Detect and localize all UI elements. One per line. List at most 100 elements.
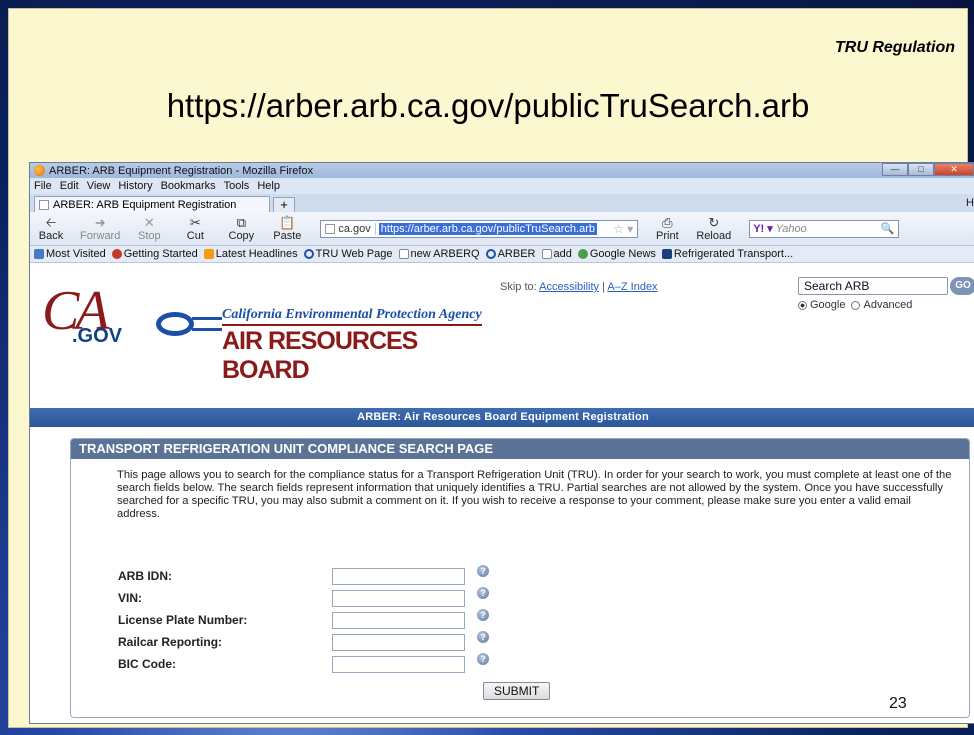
- bookmark-getting-started[interactable]: Getting Started: [111, 248, 198, 260]
- menu-file[interactable]: File: [34, 180, 52, 192]
- bookmark-new-arberq[interactable]: new ARBERQ: [398, 248, 480, 260]
- arb-logo-lines: [192, 317, 222, 331]
- maximize-icon[interactable]: □: [908, 163, 934, 176]
- slide-tag: TRU Regulation: [835, 39, 955, 56]
- google-news-icon: [577, 249, 588, 260]
- forward-arrow-icon: ➜: [94, 214, 106, 230]
- page-icon: [398, 249, 409, 260]
- print-button[interactable]: ⎙ Print: [650, 216, 684, 242]
- menu-view[interactable]: View: [87, 180, 111, 192]
- copy-button[interactable]: ⧉ Copy: [224, 216, 258, 242]
- bookmark-most-visited[interactable]: Most Visited: [34, 248, 106, 260]
- address-bar[interactable]: ca.gov https://arber.arb.ca.gov/publicTr…: [320, 219, 639, 238]
- page-icon: [39, 200, 49, 210]
- clipboard-icon: 📋: [279, 214, 296, 230]
- menu-history[interactable]: History: [118, 180, 152, 192]
- bic-code-input[interactable]: [332, 655, 465, 673]
- site-header-logo[interactable]: CA .GOV California Environmental Protect…: [42, 279, 482, 384]
- radio-advanced[interactable]: [851, 300, 861, 310]
- back-button[interactable]: 🡠 Back: [34, 216, 68, 242]
- menu-edit[interactable]: Edit: [60, 180, 79, 192]
- arb-idn-input[interactable]: [332, 567, 465, 585]
- help-icon[interactable]: ?: [477, 565, 489, 577]
- help-icon[interactable]: ?: [477, 653, 489, 665]
- bookmark-label: Refrigerated Transport...: [673, 248, 794, 260]
- copy-icon: ⧉: [236, 214, 246, 230]
- form-row-vin: VIN: ?: [118, 587, 489, 608]
- close-icon[interactable]: ✕: [934, 163, 974, 176]
- bic-code-label: BIC Code:: [118, 657, 176, 671]
- cut-button[interactable]: ✂ Cut: [178, 216, 212, 242]
- radio-google[interactable]: [798, 300, 807, 310]
- help-icon[interactable]: ?: [477, 609, 489, 621]
- paste-button[interactable]: 📋 Paste: [270, 216, 304, 242]
- page-icon: [325, 223, 336, 234]
- tab-title: ARBER: ARB Equipment Registration: [53, 199, 237, 211]
- help-icon[interactable]: ?: [477, 587, 489, 599]
- panel-title: TRANSPORT REFRIGERATION UNIT COMPLIANCE …: [71, 439, 969, 459]
- forward-button[interactable]: ➜ Forward: [80, 216, 120, 242]
- gov-logo: .GOV: [72, 325, 123, 347]
- submit-button[interactable]: SUBMIT: [483, 682, 551, 700]
- page-icon: [541, 249, 552, 260]
- form-row-railcar: Railcar Reporting: ?: [118, 631, 489, 652]
- tab-arber[interactable]: ARBER: ARB Equipment Registration: [34, 196, 270, 212]
- new-tab-button[interactable]: +: [273, 197, 295, 212]
- minimize-icon[interactable]: —: [882, 163, 908, 176]
- search-form: ARB IDN: ? VIN: ? License Plate Number: …: [118, 565, 489, 676]
- vin-label: VIN:: [118, 591, 142, 605]
- railcar-label: Railcar Reporting:: [118, 635, 223, 649]
- copy-label: Copy: [228, 229, 255, 242]
- menu-help[interactable]: Help: [257, 180, 280, 192]
- radio-advanced-label: Advanced: [863, 299, 913, 311]
- menu-tools[interactable]: Tools: [224, 180, 250, 192]
- railcar-input[interactable]: [332, 633, 465, 651]
- firefox-window: ARBER: ARB Equipment Registration - Mozi…: [29, 162, 974, 724]
- scissors-icon: ✂: [189, 214, 201, 230]
- board-name: AIR RESOURCES BOARD: [222, 327, 418, 384]
- bookmark-refrigerated-transport[interactable]: Refrigerated Transport...: [661, 248, 794, 260]
- slide-url-heading: https://arber.arb.ca.gov/publicTruSearch…: [166, 87, 810, 124]
- print-label: Print: [656, 229, 679, 242]
- link-separator: |: [602, 281, 605, 293]
- form-row-license-plate: License Plate Number: ?: [118, 609, 489, 630]
- bookmark-arber[interactable]: ARBER: [485, 248, 536, 260]
- bookmark-label: Most Visited: [46, 248, 106, 260]
- star-icon[interactable]: ☆ ▾: [613, 222, 637, 236]
- bookmark-label: new ARBERQ: [410, 248, 480, 260]
- bookmark-tru-web-page[interactable]: TRU Web Page: [303, 248, 393, 260]
- go-button[interactable]: GO: [950, 277, 974, 295]
- magnifier-icon[interactable]: 🔍: [881, 222, 899, 235]
- menu-bar: File Edit View History Bookmarks Tools H…: [30, 178, 974, 194]
- site-identity[interactable]: ca.gov: [321, 222, 376, 235]
- rss-icon: [203, 249, 214, 260]
- stop-button[interactable]: ✕ Stop: [132, 216, 166, 242]
- help-icon[interactable]: ?: [477, 631, 489, 643]
- site-identity-label: ca.gov: [338, 222, 371, 235]
- search-scope-radios: Google Advanced: [798, 299, 912, 311]
- bookmark-label: Google News: [589, 248, 656, 260]
- arb-search-input[interactable]: [798, 277, 948, 295]
- arb-idn-label: ARB IDN:: [118, 569, 172, 583]
- bookmark-google-news[interactable]: Google News: [577, 248, 656, 260]
- slide-page-number: 23: [889, 695, 907, 712]
- cut-label: Cut: [186, 229, 204, 242]
- license-plate-input[interactable]: [332, 611, 465, 629]
- rt-icon: [661, 249, 672, 260]
- yahoo-engine-icon[interactable]: Y! ▾: [750, 222, 776, 235]
- reload-button[interactable]: ↻ Reload: [696, 216, 731, 242]
- firefox-icon: [111, 249, 122, 260]
- az-index-link[interactable]: A–Z Index: [607, 281, 657, 293]
- accessibility-link[interactable]: Accessibility: [539, 281, 599, 293]
- firefox-icon: [34, 165, 45, 176]
- menu-bookmarks[interactable]: Bookmarks: [161, 180, 216, 192]
- vin-input[interactable]: [332, 589, 465, 607]
- skip-links: Skip to: Accessibility | A–Z Index: [500, 281, 658, 293]
- address-url[interactable]: https://arber.arb.ca.gov/publicTruSearch…: [378, 222, 597, 235]
- search-box[interactable]: Y! ▾ Yahoo 🔍: [749, 219, 900, 238]
- bookmark-latest-headlines[interactable]: Latest Headlines: [203, 248, 298, 260]
- bookmark-label: Latest Headlines: [215, 248, 298, 260]
- license-plate-label: License Plate Number:: [118, 613, 248, 627]
- bookmark-add[interactable]: add: [541, 248, 572, 260]
- navigation-toolbar: 🡠 Back ➜ Forward ✕ Stop ✂ Cut ⧉ Copy 📋 Paste c…: [30, 197, 974, 246]
